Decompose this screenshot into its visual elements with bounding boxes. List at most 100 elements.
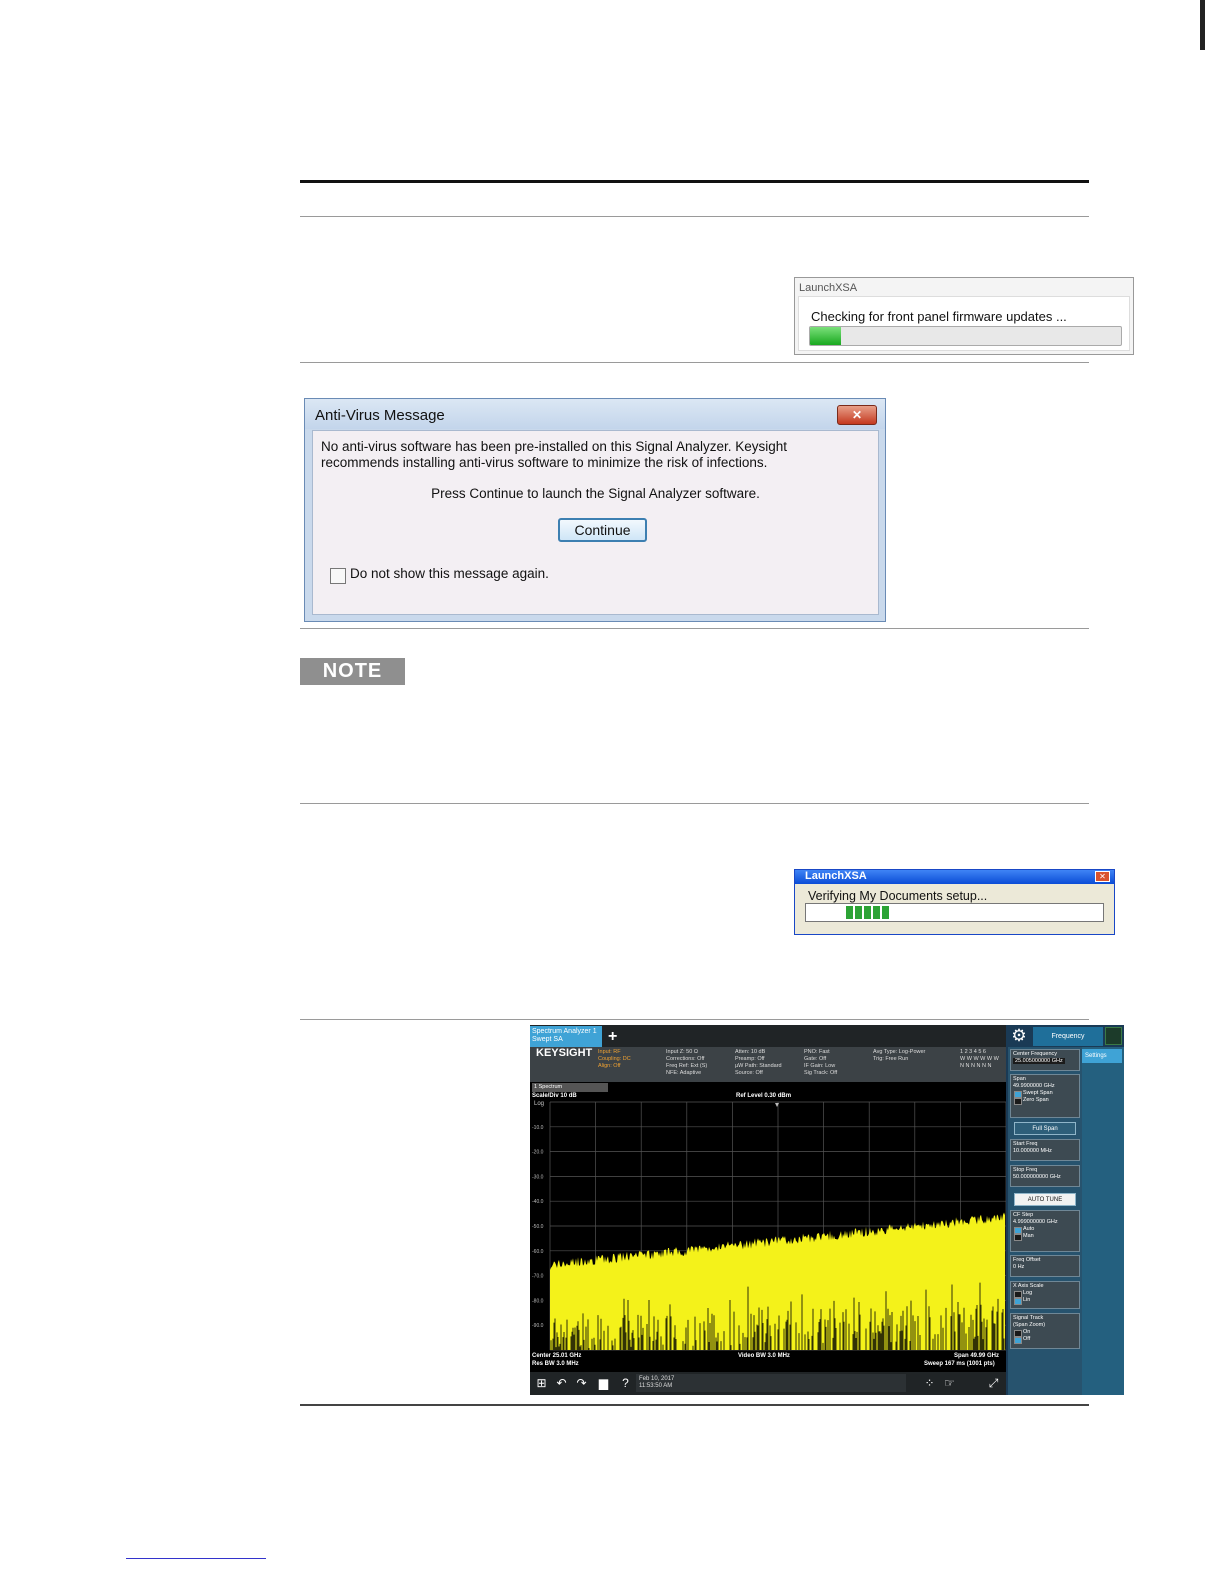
table-top-rule [300,180,1089,183]
y-tick-label: -70.0 [532,1274,544,1280]
key-label: CF Step [1013,1212,1034,1218]
meas-input: Input: RF Coupling: DC Align: Off [598,1049,631,1069]
dialog-title: LaunchXSA [799,282,858,294]
trace-indicators: 1 2 3 4 5 6 W W W W W W N N N N N N [960,1049,999,1069]
y-tick-label: -60.0 [532,1249,544,1255]
span-key[interactable]: Span 49.9900000 GHz Swept Span Zero Span [1010,1074,1080,1118]
keysight-logo: KEYSIGHT [536,1047,593,1059]
x-axis-scale-key[interactable]: X Axis Scale Log Lin [1010,1281,1080,1309]
measurement-bar: KEYSIGHT Input: RF Coupling: DC Align: O… [530,1047,1006,1082]
y-tick-label: -80.0 [532,1298,544,1304]
launchxsa-firmware-dialog: LaunchXSA Checking for front panel firmw… [794,277,1134,355]
meas-atten: Atten: 10 dB Preamp: Off µW Path: Standa… [735,1049,782,1076]
trace-fill [550,1212,1005,1350]
y-tick-label: -90.0 [532,1323,544,1329]
row-divider [300,1019,1089,1020]
center-freq-label: Center 25.01 GHz [532,1353,582,1359]
tab-label: Spectrum Analyzer 1 Swept SA [532,1028,597,1043]
span-label: Span 49.99 GHz [954,1353,1000,1359]
meas-input-z: Input Z: 50 Ω Corrections: Off Freq Ref:… [666,1049,708,1076]
page-edge-tab [1200,0,1205,50]
auto-option[interactable]: Auto [1013,1226,1077,1234]
full-span-button[interactable]: Full Span [1014,1122,1076,1135]
antivirus-dialog: Anti-Virus Message ✕ No anti-virus softw… [304,398,886,622]
center-frequency-key[interactable]: Center Frequency 25.005000000 GHz [1010,1049,1080,1071]
auto-tune-button[interactable]: AUTO TUNE [1014,1193,1076,1206]
spectrum-plot: 1 Spectrum Scale/Div 10 dB Log Ref Level… [530,1082,1006,1372]
add-screen-button[interactable]: + [608,1028,617,1046]
key-label: Stop Freq [1013,1167,1038,1173]
key-label: Start Freq [1013,1141,1038,1147]
date-time: Feb 10, 2017 11:53:50 AM [636,1374,906,1392]
dialog-title: Anti-Virus Message [315,407,445,424]
folder-icon[interactable]: ▆ [596,1376,611,1391]
frequency-menu-tab[interactable]: Frequency [1033,1027,1103,1046]
dialog-message: Checking for front panel firmware update… [811,309,1067,324]
off-option[interactable]: Off [1013,1336,1077,1344]
progress-segment [846,906,853,919]
continue-button[interactable]: Continue [558,518,647,542]
message-prompt: Press Continue to launch the Signal Anal… [431,486,760,501]
signal-track-key[interactable]: Signal Track (Span Zoom) On Off [1010,1313,1080,1349]
key-value: 0 Hz [1013,1264,1025,1270]
stop-freq-key[interactable]: Stop Freq 50.000000000 GHz [1010,1165,1080,1187]
table-bottom-rule [300,1404,1089,1406]
dialog-body: No anti-virus software has been pre-inst… [312,430,879,615]
key-label: Signal Track [1013,1315,1044,1321]
video-bw-label: Video BW 3.0 MHz [738,1353,790,1359]
man-option[interactable]: Man [1013,1233,1077,1241]
tab-spectrum-analyzer[interactable]: Spectrum Analyzer 1 Swept SA [530,1026,602,1047]
launchxsa-documents-dialog: LaunchXSA ✕ Verifying My Documents setup… [794,869,1115,935]
dont-show-label: Do not show this message again. [350,566,549,581]
row-divider [300,362,1089,363]
frequency-softkey-panel: Center Frequency 25.005000000 GHz Span 4… [1008,1047,1082,1395]
freq-offset-key[interactable]: Freq Offset 0 Hz [1010,1255,1080,1277]
dialog-message: Verifying My Documents setup... [808,889,988,903]
cf-step-key[interactable]: CF Step 4.999000000 GHz Auto Man [1010,1210,1080,1252]
key-label: Center Frequency [1013,1051,1058,1057]
help-icon[interactable]: ? [618,1376,633,1391]
redo-icon[interactable]: ↷ [574,1376,589,1391]
key-label: Freq Offset [1013,1257,1041,1263]
status-indicator-icon [1105,1027,1122,1045]
swept-span-option[interactable]: Swept Span [1013,1090,1077,1098]
close-button[interactable]: ✕ [1095,871,1110,882]
key-value: 10.000000 MHz [1013,1148,1052,1154]
progress-bar [809,326,1122,346]
message-line-1: No anti-virus software has been pre-inst… [321,439,788,454]
settings-tab[interactable]: Settings [1082,1049,1122,1063]
settings-panel: Settings [1082,1047,1124,1395]
y-tick-label: -30.0 [532,1174,544,1180]
touch-icon[interactable]: ☞ [942,1376,957,1391]
row-divider [300,803,1089,804]
fullscreen-icon[interactable]: ⤢ [986,1376,1001,1391]
progress-segment [873,906,880,919]
key-value: 25.005000000 GHz [1013,1058,1065,1064]
key-label: Span [1013,1076,1026,1082]
footer-link-rule [126,1558,266,1559]
log-option[interactable]: Log [1013,1290,1077,1298]
keypad-icon[interactable]: ⁘ [922,1376,937,1391]
on-option[interactable]: On [1013,1329,1077,1337]
key-value: 49.9900000 GHz [1013,1083,1055,1089]
meas-avg: Avg Type: Log-Power Trig: Free Run [873,1049,926,1062]
row-divider [300,628,1089,629]
lin-option[interactable]: Lin [1013,1297,1077,1305]
dialog-title: LaunchXSA [805,870,867,882]
zero-span-option[interactable]: Zero Span [1013,1097,1077,1105]
y-tick-label: -50.0 [532,1224,544,1230]
meas-pno: PNO: Fast Gate: Off IF Gain: Low Sig Tra… [804,1049,838,1076]
y-tick-label: -40.0 [532,1199,544,1205]
note-badge: NOTE [300,658,405,685]
y-tick-label: -20.0 [532,1150,544,1156]
dont-show-checkbox[interactable] [330,568,346,584]
undo-icon[interactable]: ↶ [554,1376,569,1391]
progress-fill [810,327,842,345]
gear-icon[interactable]: ⚙ [1008,1027,1030,1045]
close-button[interactable]: ✕ [837,405,877,425]
key-value: 4.999000000 GHz [1013,1219,1058,1225]
progress-bar [805,903,1104,922]
windows-icon[interactable]: ⊞ [534,1376,549,1391]
start-freq-key[interactable]: Start Freq 10.000000 MHz [1010,1139,1080,1161]
sweep-label: Sweep 167 ms (1001 pts) [924,1361,995,1367]
